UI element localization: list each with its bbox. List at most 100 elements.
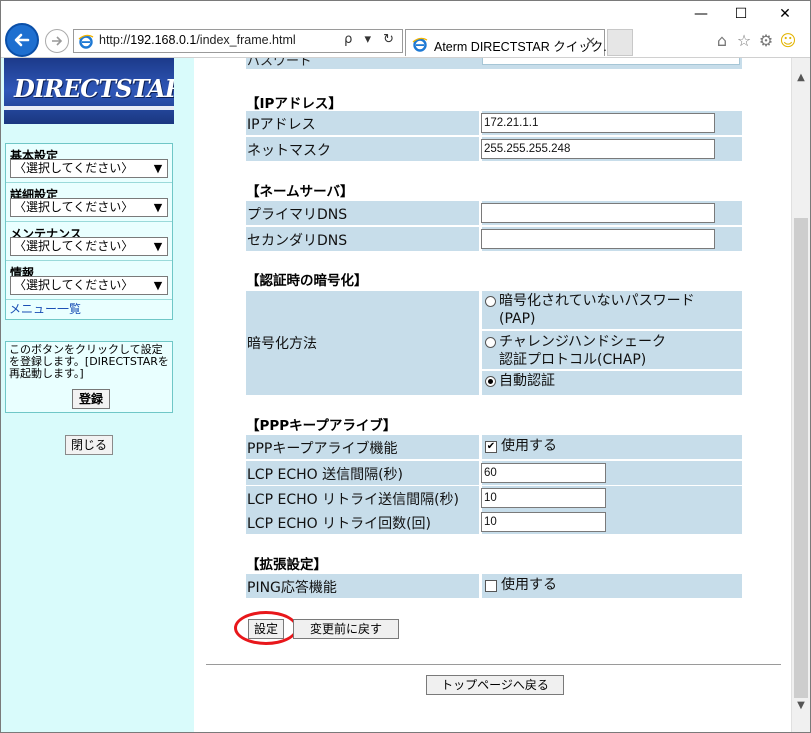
- register-panel: このボタンをクリックして設定を登録します。[DIRECTSTARを再起動します。…: [5, 341, 173, 413]
- directstar-logo: DIRECTSTAR: [4, 58, 174, 124]
- select-value: 〈選択してください〉: [14, 161, 134, 175]
- bottom-divider: [206, 664, 781, 665]
- url-prefix: http://: [99, 33, 131, 47]
- maintenance-select[interactable]: 〈選択してください〉 ▼: [10, 237, 168, 256]
- settings-content-frame: パスワード 【IPアドレス】 IPアドレス 172.21.1.1 ネットマスク …: [194, 58, 791, 732]
- row-divider: [479, 435, 482, 459]
- keepalive-func-label: PPPキープアライブ機能: [247, 441, 398, 457]
- lcp-retry-count-label: LCP ECHO リトライ回数(回): [247, 516, 432, 532]
- scroll-thumb[interactable]: [794, 218, 808, 698]
- password-row-partial: パスワード: [246, 58, 742, 69]
- advanced-settings-select[interactable]: 〈選択してください〉 ▼: [10, 198, 168, 217]
- url-host: 192.168.0.1: [130, 33, 197, 47]
- ip-address-label: IPアドレス: [247, 117, 316, 133]
- select-value: 〈選択してください〉: [14, 200, 134, 214]
- row-divider: [479, 574, 482, 598]
- browser-chrome: — ☐ ✕ http://192.168.0.1/index_frame.htm…: [1, 1, 810, 59]
- primary-dns-label: プライマリDNS: [247, 207, 348, 223]
- ip-section-title: 【IPアドレス】: [246, 96, 342, 112]
- auth-option-chap-line2: 認証プロトコル(CHAP): [499, 352, 647, 368]
- secondary-dns-input[interactable]: [481, 229, 715, 249]
- toolbar-icons: ⌂ ☆ ⚙ ☺: [711, 31, 807, 51]
- basic-settings-select[interactable]: 〈選択してください〉 ▼: [10, 159, 168, 178]
- chevron-down-icon: ▼: [153, 240, 163, 253]
- address-url: http://192.168.0.1/index_frame.html: [99, 33, 296, 47]
- primary-dns-input[interactable]: [481, 203, 715, 223]
- chevron-down-icon: ▼: [153, 279, 163, 292]
- top-page-button[interactable]: トップページへ戻る: [426, 675, 564, 695]
- logo-swoosh: [4, 106, 174, 110]
- row-divider: [479, 291, 482, 395]
- lcp-retry-interval-input[interactable]: 10: [481, 488, 606, 508]
- tab-aterm[interactable]: Aterm DIRECTSTAR クイック... ✕: [405, 29, 614, 56]
- close-button[interactable]: 閉じる: [65, 435, 113, 455]
- auth-option-pap-line1: 暗号化されていないパスワード: [499, 293, 695, 309]
- option-divider: [482, 329, 742, 331]
- netmask-input[interactable]: 255.255.255.248: [481, 139, 715, 159]
- window-close-button[interactable]: ✕: [765, 3, 805, 25]
- tab-close-icon[interactable]: ✕: [585, 35, 596, 50]
- home-icon[interactable]: ⌂: [711, 31, 733, 50]
- chevron-down-icon: ▼: [153, 162, 163, 175]
- scroll-down-icon[interactable]: ▼: [792, 700, 810, 711]
- keepalive-option-label: 使用する: [501, 438, 557, 454]
- option-divider: [482, 369, 742, 371]
- register-button[interactable]: 登録: [72, 389, 110, 409]
- favorites-star-icon[interactable]: ☆: [733, 31, 755, 50]
- auth-option-auto-label: 自動認証: [499, 373, 555, 389]
- address-bar[interactable]: http://192.168.0.1/index_frame.html ρ ▾ …: [73, 29, 403, 53]
- auth-option-chap-radio[interactable]: [485, 337, 496, 348]
- select-value: 〈選択してください〉: [14, 239, 134, 253]
- auth-option-chap-line1: チャレンジハンドシェーク: [499, 334, 667, 350]
- scroll-up-icon[interactable]: ▲: [792, 72, 810, 83]
- lcp-interval-input[interactable]: 60: [481, 463, 606, 483]
- logo-text: DIRECTSTAR: [14, 74, 174, 103]
- menu-group-maintenance: メンテナンス 〈選択してください〉 ▼: [6, 222, 172, 261]
- menu-list-link[interactable]: メニュー一覧: [6, 300, 172, 319]
- lcp-interval-label: LCP ECHO 送信間隔(秒): [247, 467, 404, 483]
- maximize-button[interactable]: ☐: [721, 3, 761, 25]
- keepalive-checkbox[interactable]: ✔: [485, 441, 497, 453]
- vertical-scrollbar[interactable]: ▲ ▼: [791, 58, 810, 732]
- address-tools[interactable]: ρ ▾ ↻: [344, 32, 398, 47]
- url-path: /index_frame.html: [196, 33, 296, 47]
- password-input[interactable]: [482, 58, 740, 65]
- auth-option-pap-line2: (PAP): [499, 311, 536, 327]
- lcp-retry-count-input[interactable]: 10: [481, 512, 606, 532]
- left-nav-frame: DIRECTSTAR 基本設定 〈選択してください〉 ▼ 詳細設定 〈選択してく…: [1, 58, 194, 732]
- new-tab-button[interactable]: [607, 29, 633, 56]
- select-value: 〈選択してください〉: [14, 278, 134, 292]
- gear-icon[interactable]: ⚙: [755, 31, 777, 50]
- menu-group-advanced: 詳細設定 〈選択してください〉 ▼: [6, 183, 172, 222]
- ip-address-input[interactable]: 172.21.1.1: [481, 113, 715, 133]
- dns-section-title: 【ネームサーバ】: [246, 184, 354, 200]
- register-description: このボタンをクリックして設定を登録します。[DIRECTSTARを再起動します。…: [9, 343, 169, 380]
- feedback-smiley-icon[interactable]: ☺: [777, 31, 799, 50]
- ie-tab-icon: [412, 37, 428, 52]
- forward-button[interactable]: [45, 29, 69, 53]
- ping-checkbox[interactable]: [485, 580, 497, 592]
- ping-label: PING応答機能: [247, 580, 337, 596]
- minimize-button[interactable]: —: [681, 3, 721, 25]
- password-label: パスワード: [247, 58, 313, 69]
- nav-menu: 基本設定 〈選択してください〉 ▼ 詳細設定 〈選択してください〉 ▼ メンテナ…: [5, 143, 173, 320]
- auth-section-title: 【認証時の暗号化】: [246, 273, 368, 289]
- ping-option-label: 使用する: [501, 577, 557, 593]
- chevron-down-icon: ▼: [153, 201, 163, 214]
- red-highlight-circle: [234, 611, 298, 645]
- auth-option-pap-radio[interactable]: [485, 296, 496, 307]
- lcp-retry-interval-label: LCP ECHO リトライ送信間隔(秒): [247, 492, 460, 508]
- menu-group-basic: 基本設定 〈選択してください〉 ▼: [6, 144, 172, 183]
- keepalive-section-title: 【PPPキープアライブ】: [246, 418, 397, 434]
- revert-button[interactable]: 変更前に戻す: [293, 619, 399, 639]
- ie-logo-icon: [78, 34, 94, 49]
- secondary-dns-label: セカンダリDNS: [247, 233, 348, 249]
- browser-window: — ☐ ✕ http://192.168.0.1/index_frame.htm…: [0, 0, 811, 733]
- auth-option-auto-radio[interactable]: [485, 376, 496, 387]
- menu-group-info: 情報 〈選択してください〉 ▼: [6, 261, 172, 300]
- back-arrow-icon: [14, 33, 30, 47]
- info-select[interactable]: 〈選択してください〉 ▼: [10, 276, 168, 295]
- back-button[interactable]: [5, 23, 39, 57]
- netmask-label: ネットマスク: [247, 143, 331, 159]
- auth-method-label: 暗号化方法: [247, 336, 317, 352]
